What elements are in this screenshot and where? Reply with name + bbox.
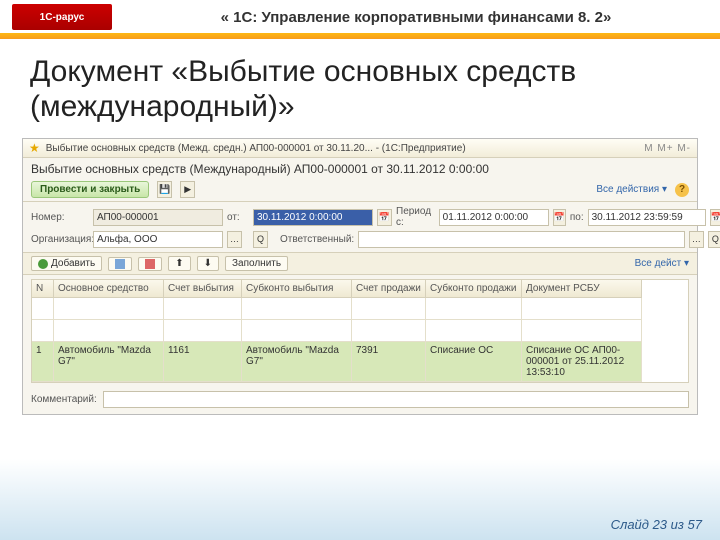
table-all-actions[interactable]: Все дейст ▾ [635,258,689,269]
label-period: Период с: [396,206,435,228]
action-bar: Провести и закрыть 💾 ▶ Все действия ▾ ? [23,178,697,202]
date-field[interactable] [253,209,373,226]
table-row[interactable]: 1 Автомобиль "Mazda G7" 1161 Автомобиль … [32,342,688,382]
col-doc[interactable]: Документ РСБУ [522,280,642,298]
number-field[interactable] [93,209,223,226]
col-subk-disp[interactable]: Субконто выбытия [242,280,352,298]
cell-doc: Списание ОС АП00-000001 от 25.11.2012 13… [522,342,642,382]
cell-acct-disp: 1161 [164,342,242,382]
col-acct-disp[interactable]: Счет выбытия [164,280,242,298]
plus-icon [38,259,48,269]
org-field[interactable] [93,231,223,248]
move-up-button[interactable]: ⬆ [168,256,190,271]
window-tab-title[interactable]: Выбытие основных средств (Межд. средн.) … [46,143,466,154]
table-row[interactable] [32,320,688,342]
label-from: от: [227,212,249,223]
logo-badge: 1С-рарус [12,4,112,30]
label-to: по: [570,212,584,223]
all-actions-menu[interactable]: Все действия ▾ [596,184,667,195]
col-asset[interactable]: Основное средство [54,280,164,298]
copy-button[interactable] [108,257,132,271]
col-subk-sale[interactable]: Субконто продажи [426,280,522,298]
save-icon[interactable]: 💾 [157,181,172,198]
period-from-field[interactable] [439,209,549,226]
fill-button[interactable]: Заполнить [225,256,288,271]
table-header-row: N Основное средство Счет выбытия Субконт… [32,280,688,298]
help-icon[interactable]: ? [675,183,689,197]
resp-select-icon[interactable]: … [689,231,704,248]
product-title: « 1С: Управление корпоративными финансам… [124,9,708,26]
delete-button[interactable] [138,257,162,271]
period-to-field[interactable] [588,209,706,226]
label-org: Организация: [31,234,89,245]
label-resp: Ответственный: [280,234,354,245]
window-tabbar: ★ Выбытие основных средств (Межд. средн.… [23,139,697,158]
comment-row: Комментарий: [23,387,697,414]
cell-n: 1 [32,342,54,382]
comment-field[interactable] [103,391,689,408]
calendar-icon-from[interactable]: 📅 [553,209,566,226]
app-window: ★ Выбытие основных средств (Межд. средн.… [22,138,698,415]
star-icon[interactable]: ★ [29,141,40,155]
cell-subk-disp: Автомобиль "Mazda G7" [242,342,352,382]
org-open-icon[interactable]: Q [253,231,268,248]
slide-counter: Слайд 23 из 57 [611,517,702,532]
label-comment: Комментарий: [31,394,97,405]
move-down-button[interactable]: ⬇ [197,256,219,271]
post-icon[interactable]: ▶ [180,181,195,198]
slide-header: 1С-рарус « 1С: Управление корпоративными… [0,0,720,30]
cell-acct-sale: 7391 [352,342,426,382]
page-title: Документ «Выбытие основных средств (межд… [0,39,720,132]
copy-icon [115,259,125,269]
resp-open-icon[interactable]: Q [708,231,720,248]
header-fields: Номер: от: 📅 Период с: 📅 по: 📅 Организац… [23,202,697,252]
table-row[interactable] [32,298,688,320]
assets-table: N Основное средство Счет выбытия Субконт… [31,279,689,383]
cell-asset: Автомобиль "Mazda G7" [54,342,164,382]
calendar-icon[interactable]: 📅 [377,209,392,226]
table-toolbar: Добавить ⬆ ⬇ Заполнить Все дейст ▾ [23,252,697,275]
calendar-icon-to[interactable]: 📅 [710,209,720,226]
col-n[interactable]: N [32,280,54,298]
post-and-close-button[interactable]: Провести и закрыть [31,181,149,198]
resp-field[interactable] [358,231,685,248]
memory-buttons[interactable]: М М+ М- [644,143,691,154]
cell-subk-sale: Списание ОС [426,342,522,382]
col-acct-sale[interactable]: Счет продажи [352,280,426,298]
delete-icon [145,259,155,269]
form-title: Выбытие основных средств (Международный)… [23,158,697,178]
add-button[interactable]: Добавить [31,256,102,271]
label-number: Номер: [31,212,89,223]
org-select-icon[interactable]: … [227,231,242,248]
